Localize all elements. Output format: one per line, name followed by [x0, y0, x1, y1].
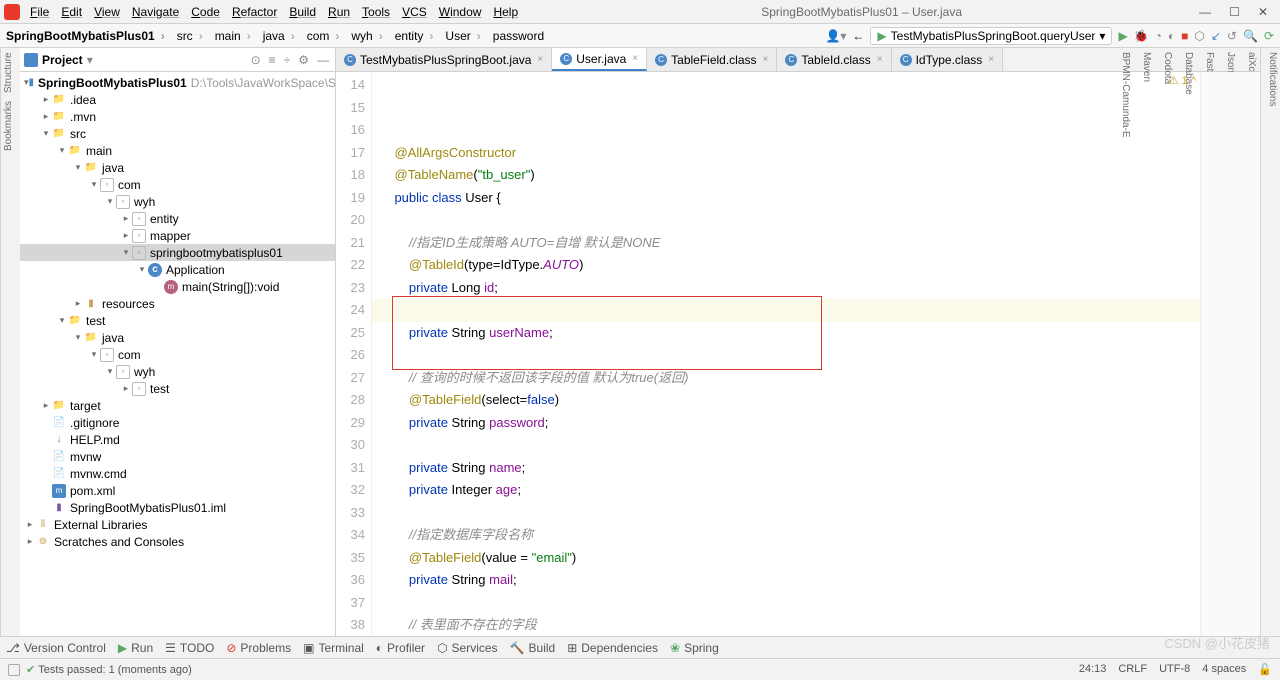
project-tree[interactable]: ▾▮SpringBootMybatisPlus01D:\Tools\JavaWo…: [20, 72, 335, 636]
breadcrumb-item[interactable]: wyh: [345, 29, 388, 43]
breadcrumb-item[interactable]: User: [439, 29, 486, 43]
close-tab-icon[interactable]: ×: [632, 53, 638, 64]
close-tab-icon[interactable]: ×: [877, 54, 883, 65]
menu-help[interactable]: Help: [487, 3, 524, 21]
build-tool[interactable]: 🔨 Build: [510, 641, 556, 655]
editor-tab[interactable]: CIdType.class×: [892, 48, 1004, 71]
terminal-tool[interactable]: ▣ Terminal: [303, 641, 364, 655]
line-separator[interactable]: CRLF: [1118, 663, 1147, 676]
run-config-select[interactable]: ▶ TestMybatisPlusSpringBoot.queryUser ▾: [870, 27, 1112, 45]
watermark: CSDN @小花皮猪: [1164, 633, 1270, 652]
run-tool[interactable]: ▶ Run: [118, 641, 153, 655]
breadcrumb-item[interactable]: main: [209, 29, 257, 43]
bottom-tool-bar: ⎇ Version Control ▶ Run ☰ TODO ⊘ Problem…: [0, 636, 1280, 658]
breadcrumb-item[interactable]: java: [257, 29, 301, 43]
dependencies-tool[interactable]: ⊞ Dependencies: [567, 641, 658, 655]
chevron-down-icon: ▾: [1099, 29, 1105, 43]
todo-tool[interactable]: ☰ TODO: [165, 641, 214, 655]
readonly-icon[interactable]: 🔓: [1258, 663, 1272, 676]
settings-icon[interactable]: ⚙: [296, 53, 311, 67]
line-gutter: 1415161718192021222324252627282930313233…: [336, 72, 372, 636]
debug-icon[interactable]: 🐞: [1134, 29, 1149, 43]
spring-tool[interactable]: ❀ Spring: [670, 641, 719, 655]
maximize-icon[interactable]: ☐: [1229, 5, 1240, 19]
app-logo-icon: [4, 4, 20, 20]
hide-icon[interactable]: —: [315, 53, 331, 67]
updates-icon[interactable]: ⟳: [1264, 29, 1274, 43]
services-tool[interactable]: ⬡ Services: [437, 641, 498, 655]
breadcrumb-item[interactable]: password: [487, 29, 556, 43]
project-tool-window: Project ▾ ⊙ ≡ ÷ ⚙ — ▾▮SpringBootMybatisP…: [20, 48, 336, 636]
highlight-box: [392, 296, 822, 370]
expand-icon[interactable]: ≡: [267, 53, 278, 67]
navigation-bar: SpringBootMybatisPlus01srcmainjavacomwyh…: [0, 24, 1280, 48]
menu-build[interactable]: Build: [283, 3, 322, 21]
breadcrumb-item[interactable]: com: [301, 29, 346, 43]
close-tab-icon[interactable]: ×: [537, 54, 543, 65]
profiler-icon[interactable]: ◐: [1168, 29, 1175, 43]
user-icon[interactable]: 👤▾: [825, 29, 846, 43]
menu-file[interactable]: File: [24, 3, 55, 21]
select-opened-icon[interactable]: ⊙: [249, 53, 263, 67]
coverage-icon[interactable]: ◔: [1155, 29, 1162, 43]
menu-code[interactable]: Code: [185, 3, 226, 21]
run-button[interactable]: ▶: [1118, 29, 1127, 43]
editor-tab[interactable]: CTableId.class×: [777, 48, 891, 71]
indent-info[interactable]: 4 spaces: [1202, 663, 1246, 676]
status-bar: ✔ Tests passed: 1 (moments ago) 24:13 CR…: [0, 658, 1280, 680]
problems-tool[interactable]: ⊘ Problems: [226, 641, 291, 655]
collapse-icon[interactable]: ÷: [282, 53, 293, 67]
back-icon[interactable]: ←: [852, 29, 864, 43]
profiler-tool[interactable]: ◐ Profiler: [376, 641, 425, 655]
left-tool-strip[interactable]: BookmarksStructure: [0, 48, 20, 636]
breadcrumb-item[interactable]: src: [171, 29, 209, 43]
menu-tools[interactable]: Tools: [356, 3, 396, 21]
menu-run[interactable]: Run: [322, 3, 356, 21]
vcs-tool[interactable]: ⎇ Version Control: [6, 641, 106, 655]
editor-area: CTestMybatisPlusSpringBoot.java×CUser.ja…: [336, 48, 1260, 636]
menu-edit[interactable]: Edit: [55, 3, 88, 21]
menu-bar: FileEditViewNavigateCodeRefactorBuildRun…: [0, 0, 1280, 24]
pull-icon[interactable]: ↙: [1211, 29, 1221, 43]
run-icon: ▶: [877, 29, 886, 43]
editor-tab[interactable]: CTestMybatisPlusSpringBoot.java×: [336, 48, 552, 71]
history-icon[interactable]: ↺: [1227, 29, 1237, 43]
menu-window[interactable]: Window: [433, 3, 488, 21]
close-tab-icon[interactable]: ×: [988, 54, 994, 65]
status-message: Tests passed: 1 (moments ago): [38, 664, 191, 676]
caret-position[interactable]: 24:13: [1079, 663, 1107, 676]
git-icon[interactable]: ⬡: [1194, 29, 1204, 43]
run-config-label: TestMybatisPlusSpringBoot.queryUser: [891, 29, 1096, 43]
project-panel-title: Project: [42, 53, 83, 67]
minimap[interactable]: [1200, 72, 1260, 636]
minimize-icon[interactable]: —: [1199, 5, 1211, 19]
test-status-icon: ✔: [26, 663, 35, 676]
menu-navigate[interactable]: Navigate: [126, 3, 185, 21]
stop-icon[interactable]: ■: [1181, 29, 1188, 43]
breadcrumb-item[interactable]: SpringBootMybatisPlus01: [0, 29, 171, 43]
menu-refactor[interactable]: Refactor: [226, 3, 283, 21]
chevron-down-icon[interactable]: ▾: [87, 53, 93, 67]
right-tool-strip[interactable]: NotificationsaiXcoderJson ParserFast Req…: [1260, 48, 1280, 636]
editor-tab[interactable]: CUser.java×: [552, 48, 647, 71]
project-icon: [24, 53, 38, 67]
window-title: SpringBootMybatisPlus01 – User.java: [526, 5, 1197, 19]
menu-vcs[interactable]: VCS: [396, 3, 433, 21]
editor-tab[interactable]: CTableField.class×: [647, 48, 777, 71]
breadcrumb-item[interactable]: entity: [389, 29, 440, 43]
file-encoding[interactable]: UTF-8: [1159, 663, 1190, 676]
code-editor[interactable]: ⚠ 1 ^ 1415161718192021222324252627282930…: [336, 72, 1260, 636]
inspection-warning-icon[interactable]: ⚠ 1 ^: [1169, 74, 1196, 87]
menu-view[interactable]: View: [88, 3, 126, 21]
search-icon[interactable]: 🔍: [1243, 29, 1258, 43]
close-icon[interactable]: ✕: [1258, 5, 1268, 19]
close-tab-icon[interactable]: ×: [763, 54, 769, 65]
